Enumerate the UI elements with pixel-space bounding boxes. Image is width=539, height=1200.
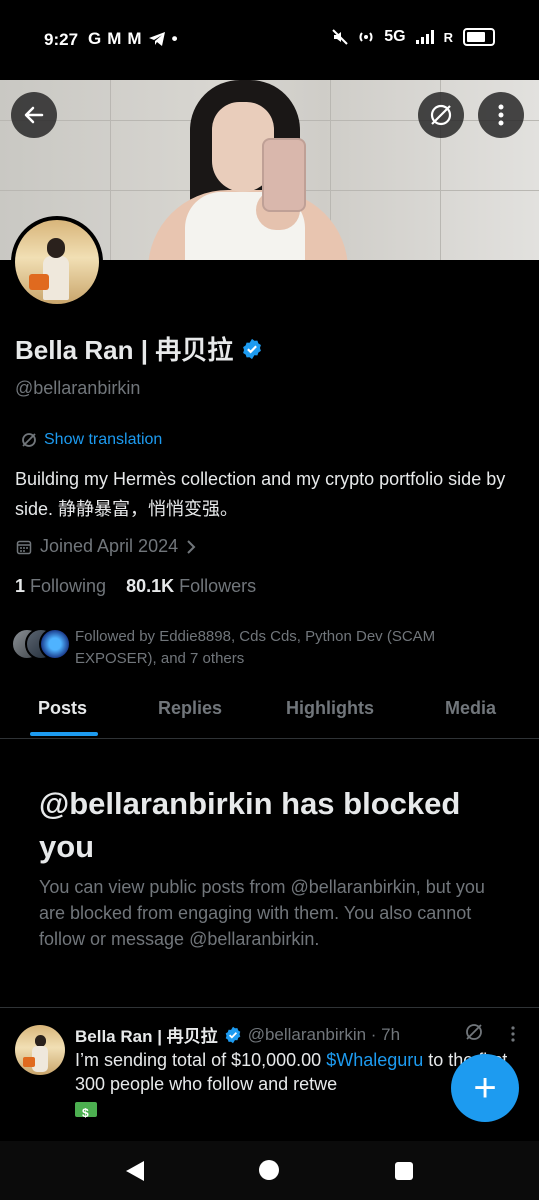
dot-icon: • bbox=[171, 29, 178, 48]
followers-count: 80.1K bbox=[126, 576, 175, 596]
gmail-icon: M bbox=[127, 29, 142, 48]
grok-icon bbox=[22, 433, 36, 447]
divider bbox=[0, 1007, 539, 1008]
show-translation-label: Show translation bbox=[44, 431, 163, 448]
profile-name: Bella Ran | 冉贝拉 bbox=[15, 330, 263, 367]
system-icons: 5G R bbox=[332, 28, 495, 46]
followed-by-avatars[interactable] bbox=[11, 628, 75, 660]
tweet-handle-time: @bellaranbirkin · 7h bbox=[247, 1024, 401, 1044]
telegram-icon bbox=[148, 32, 165, 46]
chevron-right-icon bbox=[187, 539, 196, 554]
grok-button[interactable] bbox=[418, 92, 464, 138]
show-translation-link[interactable]: Show translation bbox=[20, 431, 162, 449]
tweet-author-name[interactable]: Bella Ran | 冉贝拉 bbox=[75, 1022, 218, 1047]
system-nav-bar bbox=[0, 1141, 539, 1200]
back-button[interactable] bbox=[11, 92, 57, 138]
google-icon: G bbox=[88, 29, 102, 48]
joined-date[interactable]: Joined April 2024 bbox=[16, 536, 196, 557]
more-vertical-icon bbox=[498, 104, 504, 126]
tweet-avatar[interactable] bbox=[15, 1025, 65, 1075]
signal-icon bbox=[415, 30, 434, 44]
more-vertical-icon bbox=[511, 1026, 515, 1042]
followers-link[interactable]: 80.1K Followers bbox=[126, 576, 256, 597]
calendar-icon bbox=[16, 540, 32, 554]
tweet-header: Bella Ran | 冉贝拉 @bellaranbirkin · 7h bbox=[75, 1022, 400, 1047]
follow-stats: 1 Following 80.1K Followers bbox=[15, 576, 256, 597]
nav-back-icon[interactable] bbox=[124, 1159, 146, 1183]
following-count: 1 bbox=[15, 576, 26, 596]
tweet-text-start: I’m sending total of $10,000.00 bbox=[75, 1050, 327, 1070]
compose-fab[interactable]: + bbox=[451, 1054, 519, 1122]
blocked-description: You can view public posts from @bellaran… bbox=[39, 877, 485, 949]
network-label: 5G bbox=[384, 28, 406, 45]
grok-icon bbox=[466, 1024, 482, 1040]
following-link[interactable]: 1 Following bbox=[15, 576, 106, 597]
mute-icon bbox=[332, 29, 348, 45]
followed-by-text[interactable]: Followed by Eddie8898, Cds Cds, Python D… bbox=[75, 626, 515, 670]
money-emoji-icon bbox=[75, 1101, 97, 1125]
notification-icons: G M M • bbox=[88, 29, 178, 49]
gmail-icon: M bbox=[107, 29, 122, 48]
tab-replies[interactable]: Replies bbox=[158, 698, 222, 719]
arrow-left-icon bbox=[24, 106, 44, 124]
tab-posts[interactable]: Posts bbox=[38, 698, 87, 719]
avatar bbox=[39, 628, 71, 660]
cashtag-link[interactable]: $Whaleguru bbox=[326, 1050, 423, 1070]
tab-media[interactable]: Media bbox=[445, 698, 496, 719]
nav-recents-icon[interactable] bbox=[394, 1161, 414, 1181]
roaming-label: R bbox=[443, 29, 453, 45]
followers-label: Followers bbox=[179, 576, 257, 596]
display-name: Bella Ran | 冉贝拉 bbox=[15, 335, 234, 365]
profile-avatar[interactable] bbox=[11, 216, 103, 308]
following-label: Following bbox=[30, 576, 107, 596]
hotspot-icon bbox=[359, 32, 373, 42]
tweet-more-button[interactable] bbox=[510, 1026, 516, 1047]
joined-label: Joined April 2024 bbox=[40, 536, 179, 556]
tweet-grok-button[interactable] bbox=[464, 1022, 484, 1047]
active-tab-indicator bbox=[30, 732, 98, 736]
nav-home-icon[interactable] bbox=[258, 1159, 280, 1181]
grok-icon bbox=[430, 104, 452, 126]
verified-badge-icon bbox=[225, 1026, 240, 1043]
profile-bio: Building my Hermès collection and my cry… bbox=[15, 469, 506, 519]
status-time: 9:27 bbox=[44, 30, 79, 49]
battery-icon bbox=[463, 28, 495, 46]
more-button[interactable] bbox=[478, 92, 524, 138]
profile-handle: @bellaranbirkin bbox=[15, 378, 141, 398]
blocked-title: @bellaranbirkin has blocked you bbox=[39, 786, 461, 864]
verified-badge-icon[interactable] bbox=[241, 338, 263, 360]
plus-icon: + bbox=[473, 1065, 497, 1110]
tab-highlights[interactable]: Highlights bbox=[286, 698, 374, 719]
